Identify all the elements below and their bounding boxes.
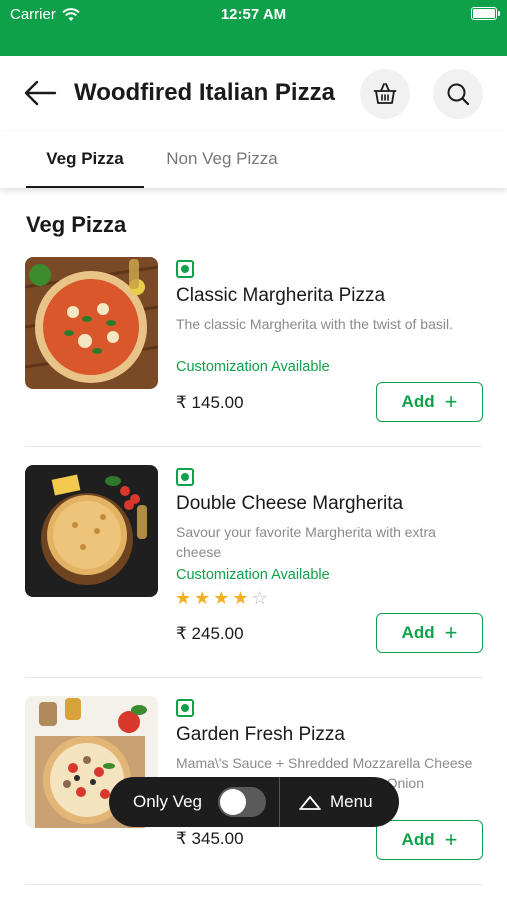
back-arrow-icon <box>24 80 57 106</box>
divider <box>25 446 483 447</box>
item-description: The classic Margherita with the twist of… <box>176 316 453 332</box>
veg-indicator-icon <box>176 468 194 486</box>
plus-icon: + <box>444 620 458 645</box>
item-description: Savour your favorite Margherita with ext… <box>176 524 436 560</box>
divider <box>25 884 483 885</box>
menu-label: Menu <box>330 792 373 811</box>
add-label: Add <box>401 392 435 411</box>
header: Woodfired Italian Pizza <box>0 56 507 132</box>
item-name: Garden Fresh Pizza <box>176 724 345 745</box>
star-empty-icon: ☆ <box>251 588 268 608</box>
plus-icon: + <box>444 389 458 414</box>
pizza-image[interactable] <box>25 257 158 389</box>
add-button[interactable]: Add + <box>376 382 483 422</box>
star-full-icon: ★ <box>194 588 211 608</box>
star-full-icon: ★ <box>232 588 249 608</box>
menu-book-icon <box>299 796 321 810</box>
active-tab-indicator <box>26 186 144 188</box>
menu-item: Classic Margherita Pizza The classic Mar… <box>0 257 507 427</box>
customization-label: Customization Available <box>176 359 330 375</box>
tab-non-veg-pizza[interactable]: Non Veg Pizza <box>152 148 292 170</box>
divider <box>25 677 483 678</box>
add-label: Add <box>401 623 435 642</box>
item-price: ₹ 345.00 <box>176 829 244 848</box>
customization-label: Customization Available <box>176 567 330 583</box>
item-price: ₹ 145.00 <box>176 393 244 412</box>
basket-icon <box>373 83 397 104</box>
only-veg-label: Only Veg <box>133 792 202 811</box>
toggle-knob <box>220 789 246 815</box>
page-title: Woodfired Italian Pizza <box>74 79 335 106</box>
menu-item: Double Cheese Margherita Savour your fav… <box>0 465 507 655</box>
rating-stars: ★ ★ ★ ★ ☆ <box>175 588 268 608</box>
battery-icon <box>471 7 500 20</box>
basket-button[interactable] <box>360 69 410 119</box>
item-price: ₹ 245.00 <box>176 624 244 643</box>
section-title: Veg Pizza <box>26 212 127 237</box>
veg-indicator-icon <box>176 260 194 278</box>
veg-indicator-icon <box>176 699 194 717</box>
category-tabs: Veg Pizza Non Veg Pizza <box>0 132 507 188</box>
add-label: Add <box>401 830 435 849</box>
clock: 12:57 AM <box>220 6 287 23</box>
item-name: Double Cheese Margherita <box>176 493 404 514</box>
back-button[interactable] <box>22 78 58 108</box>
pizza-image[interactable] <box>25 465 158 597</box>
item-name: Classic Margherita Pizza <box>176 285 386 306</box>
star-full-icon: ★ <box>213 588 230 608</box>
tab-veg-pizza[interactable]: Veg Pizza <box>26 148 144 170</box>
plus-icon: + <box>444 827 458 852</box>
search-button[interactable] <box>433 69 483 119</box>
star-full-icon: ★ <box>175 588 192 608</box>
status-bar: Carrier 12:57 AM <box>0 0 507 56</box>
floating-action-bar: Only Veg Menu <box>109 777 399 827</box>
add-button[interactable]: Add + <box>376 613 483 653</box>
search-icon <box>447 83 470 106</box>
only-veg-toggle[interactable] <box>218 787 266 817</box>
menu-button[interactable]: Menu <box>280 777 399 827</box>
